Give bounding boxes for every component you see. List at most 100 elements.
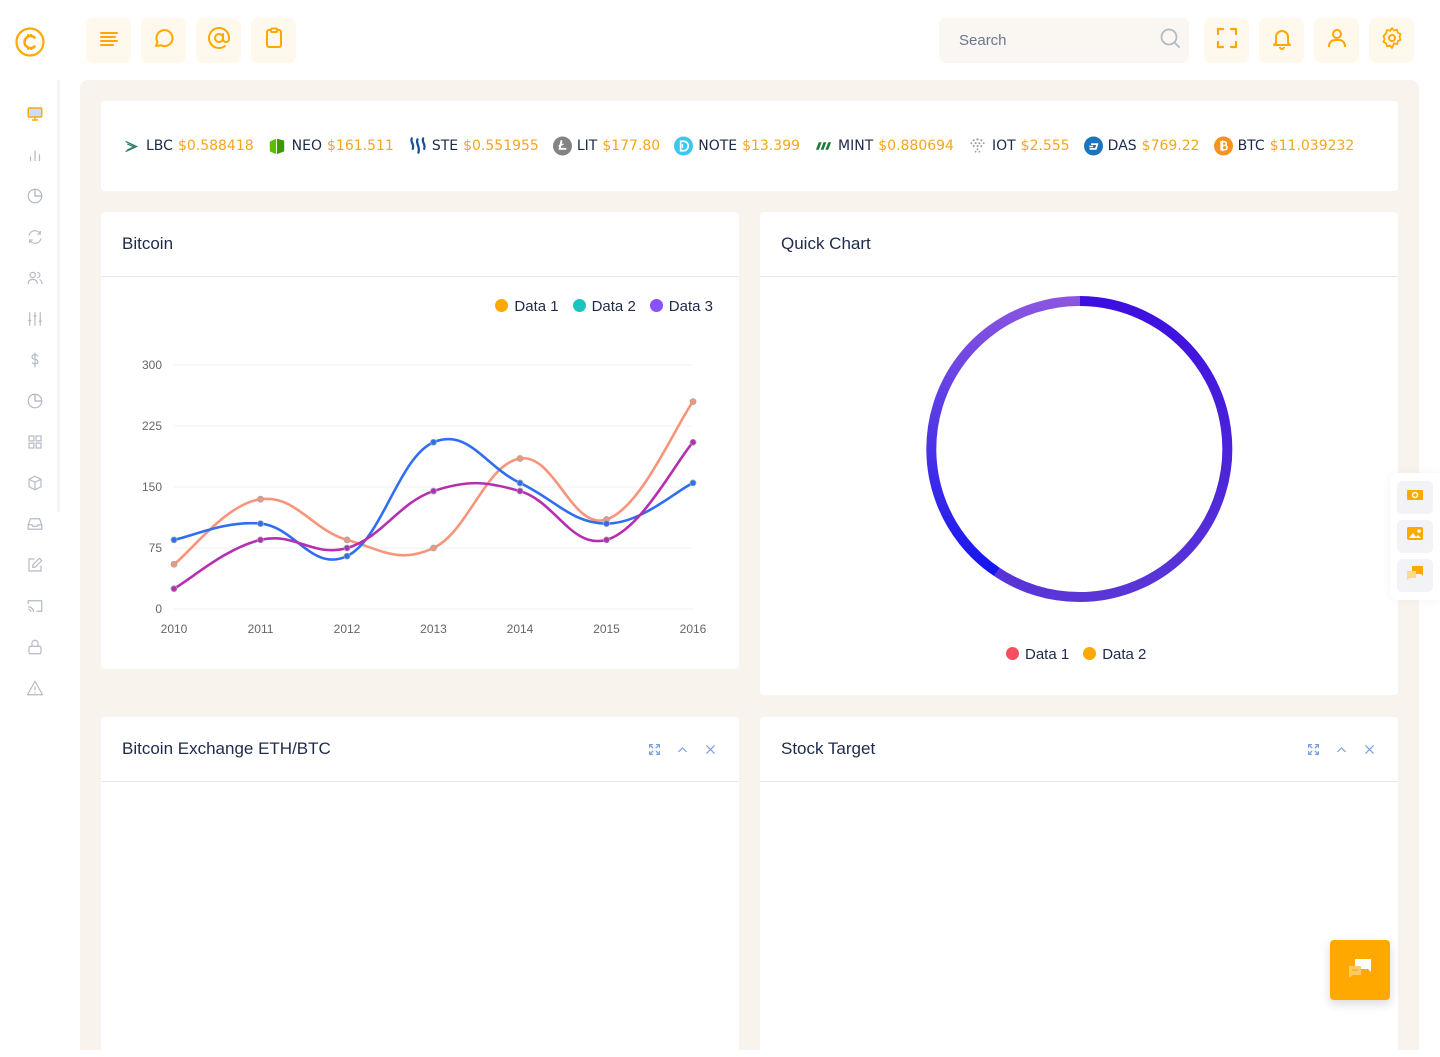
- data-point[interactable]: [603, 536, 610, 544]
- card-header: Bitcoin Exchange ETH/BTC: [101, 717, 739, 782]
- sidebar-item-charts[interactable]: [24, 146, 46, 168]
- data-point[interactable]: [430, 544, 437, 552]
- chat-button[interactable]: [141, 18, 186, 63]
- settings-button[interactable]: [1369, 18, 1414, 63]
- data-point[interactable]: [689, 398, 697, 405]
- messages-button[interactable]: [1397, 559, 1433, 592]
- sidebar-item-apps[interactable]: [24, 433, 46, 455]
- data-point[interactable]: [343, 544, 351, 552]
- pie-chart-icon: [26, 392, 44, 415]
- sidebar-item-finance[interactable]: [24, 351, 46, 373]
- legend-item[interactable]: Data 1: [1006, 646, 1069, 663]
- users-icon: [26, 269, 44, 292]
- ticker-item[interactable]: STE $0.551955: [408, 137, 539, 156]
- data-point[interactable]: [430, 438, 437, 446]
- search-input[interactable]: [959, 32, 1158, 49]
- ticker-item[interactable]: BTC $11.039232: [1213, 136, 1354, 156]
- sidebar-item-analytics[interactable]: [24, 187, 46, 209]
- chat-fab-button[interactable]: [1330, 940, 1390, 1000]
- legend-item[interactable]: Data 1: [495, 298, 559, 315]
- monitor-icon: [26, 105, 44, 128]
- notifications-button[interactable]: [1259, 18, 1304, 63]
- expand-icon[interactable]: [646, 741, 662, 757]
- menu-button[interactable]: [86, 18, 131, 63]
- ticker-item[interactable]: NOTE $13.399: [674, 136, 800, 156]
- user-button[interactable]: [1314, 18, 1359, 63]
- close-icon[interactable]: [702, 741, 718, 757]
- ticker-price: $0.551955: [463, 138, 539, 154]
- data-point[interactable]: [257, 520, 264, 528]
- legend-item[interactable]: Data 2: [1083, 646, 1146, 663]
- at-sign-icon: [207, 26, 231, 55]
- sidebar-item-edit[interactable]: [24, 556, 46, 578]
- logo-icon[interactable]: [14, 26, 46, 58]
- sidebar-item-exchange[interactable]: [24, 228, 46, 250]
- mentions-button[interactable]: [196, 18, 241, 63]
- bitcoin-card: Bitcoin Data 1 Data 2 Data 3 0 75 150 225 30…: [101, 212, 739, 669]
- x-tick-label: 2012: [334, 622, 361, 636]
- data-point[interactable]: [430, 487, 437, 495]
- ticker-item[interactable]: DAS $769.22: [1083, 136, 1200, 156]
- sidebar-item-products[interactable]: [24, 474, 46, 496]
- card-title: Stock Target: [781, 739, 876, 758]
- card-header: Quick Chart: [760, 212, 1398, 277]
- card-header: Stock Target: [760, 717, 1398, 782]
- data-point[interactable]: [343, 536, 351, 544]
- clipboard-button[interactable]: [251, 18, 296, 63]
- sidebar-item-users[interactable]: [24, 269, 46, 291]
- lbc-icon: [122, 137, 141, 156]
- data-point[interactable]: [257, 495, 264, 503]
- search-icon[interactable]: [1158, 26, 1182, 55]
- iota-icon: [968, 137, 987, 156]
- ticker-price: $769.22: [1141, 138, 1200, 154]
- gallery-button[interactable]: [1397, 520, 1433, 553]
- fullscreen-button[interactable]: [1204, 18, 1249, 63]
- data-point[interactable]: [343, 552, 351, 560]
- search-box[interactable]: [939, 18, 1189, 63]
- data-point[interactable]: [170, 536, 178, 544]
- legend-dot: [649, 299, 663, 312]
- sidebar-item-reports[interactable]: [24, 392, 46, 414]
- data-point[interactable]: [689, 438, 697, 446]
- legend-item[interactable]: Data 3: [649, 298, 713, 315]
- ticker-item[interactable]: MINT $0.880694: [814, 137, 954, 156]
- main-content: LBC $0.588418 NEO $161.511 STE $0.551955…: [80, 80, 1419, 1057]
- donut-segment[interactable]: [926, 295, 1081, 577]
- chart-legend: Data 1 Data 2 Data 3: [495, 298, 713, 315]
- ticker-item[interactable]: IOT $2.555: [968, 137, 1070, 156]
- ticker-symbol: LIT: [576, 138, 598, 154]
- x-tick-label: 2015: [593, 622, 620, 636]
- data-point[interactable]: [516, 455, 524, 462]
- data-point[interactable]: [516, 487, 524, 495]
- sidebar-item-cast[interactable]: [24, 597, 46, 619]
- sidebar-item-settings[interactable]: [24, 310, 46, 332]
- close-icon[interactable]: [1361, 741, 1377, 757]
- data-point[interactable]: [257, 536, 264, 544]
- sidebar-item-inbox[interactable]: [24, 515, 46, 537]
- data-point[interactable]: [689, 479, 697, 487]
- ticker-item[interactable]: NEO $161.511: [268, 137, 394, 156]
- expand-icon[interactable]: [1305, 741, 1321, 757]
- ticker-symbol: LBC: [146, 138, 173, 154]
- ticker-price: $0.880694: [878, 138, 954, 154]
- data-point[interactable]: [516, 479, 524, 487]
- sidebar-item-security[interactable]: [24, 638, 46, 660]
- neo-icon: [268, 137, 287, 156]
- bell-icon: [1270, 26, 1294, 55]
- collapse-icon[interactable]: [674, 741, 690, 757]
- data-point[interactable]: [603, 520, 610, 528]
- legend-item[interactable]: Data 2: [572, 298, 636, 315]
- bar-chart-icon: [26, 146, 44, 169]
- data-point[interactable]: [170, 585, 178, 593]
- sidebar-scrollbar[interactable]: [57, 80, 60, 512]
- ticker-item[interactable]: LBC $0.588418: [122, 137, 254, 156]
- collapse-icon[interactable]: [1333, 741, 1349, 757]
- camera-button[interactable]: [1397, 481, 1433, 514]
- user-icon: [1325, 26, 1349, 55]
- ticker-item[interactable]: LIT $177.80: [552, 136, 660, 156]
- sidebar-item-alerts[interactable]: [24, 679, 46, 701]
- donut-segment[interactable]: [994, 296, 1233, 602]
- ticker-symbol: BTC: [1237, 138, 1265, 154]
- sidebar-item-dashboard[interactable]: [24, 105, 46, 127]
- data-point[interactable]: [170, 560, 178, 568]
